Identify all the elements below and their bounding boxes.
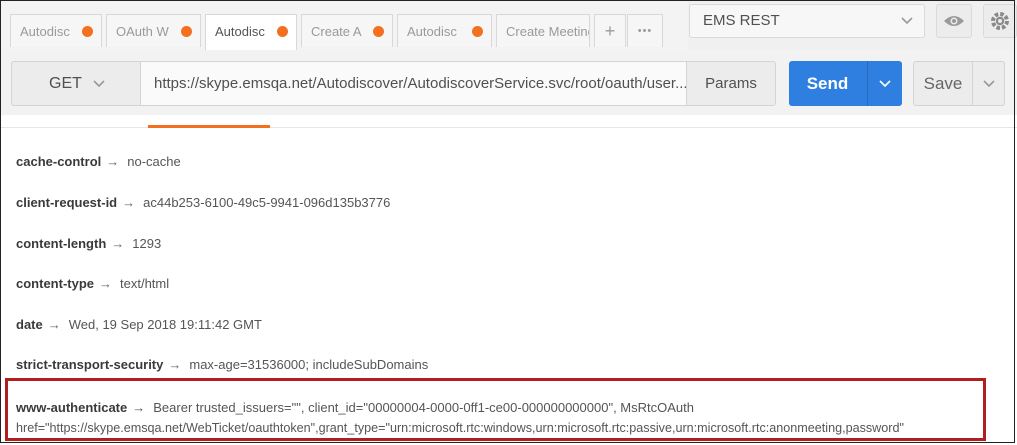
window-frame: [0, 0, 1015, 443]
